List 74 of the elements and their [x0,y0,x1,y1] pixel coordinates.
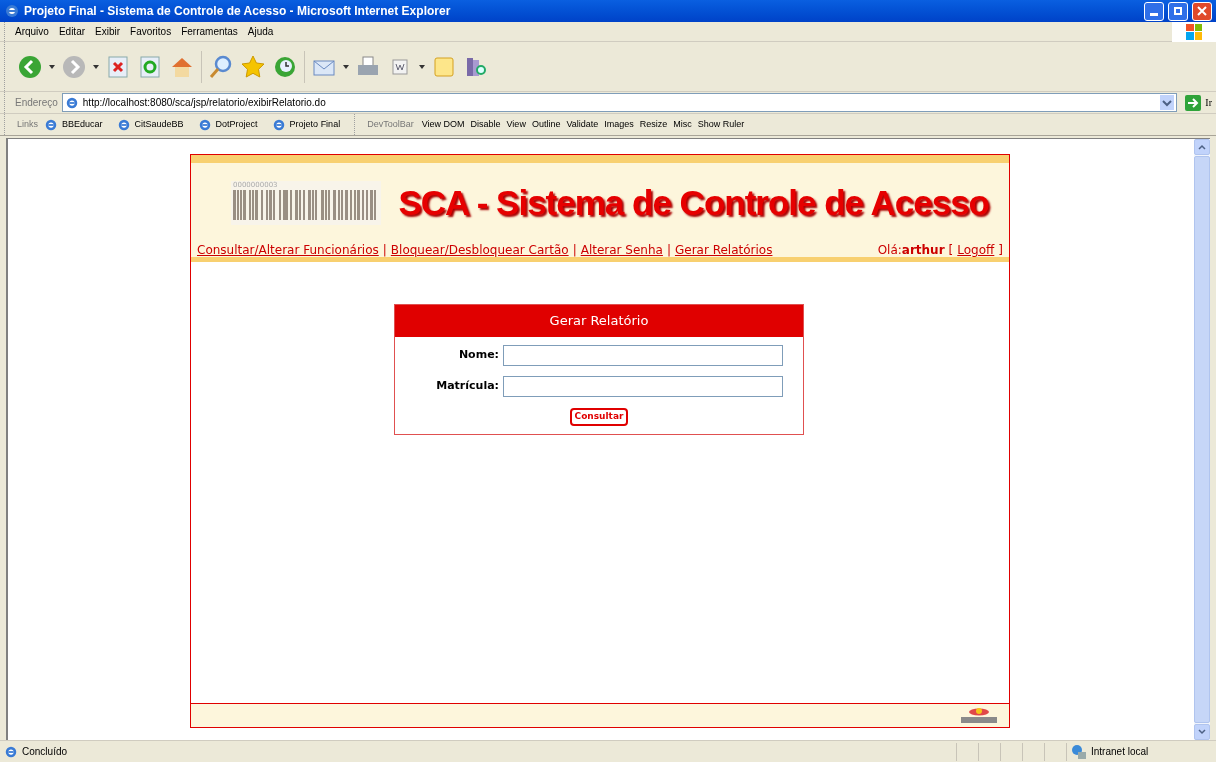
separator-text: | [666,242,671,259]
menu-item[interactable]: Favoritos [130,24,172,39]
bracket-text: [ [948,242,954,259]
page-icon [271,117,286,132]
refresh-icon[interactable] [137,53,163,80]
barcode-icon [233,190,379,220]
search-icon[interactable] [208,53,234,80]
consultar-button[interactable]: Consultar [569,408,629,426]
stop-icon[interactable] [105,53,131,80]
nav-link[interactable]: Bloquear/Desbloquear Cartão [390,241,569,259]
logoff-link[interactable]: Logoff [957,241,995,259]
caret-icon[interactable] [343,64,349,69]
browser-icon [4,3,20,19]
link-button[interactable]: CitSaudeBB [116,117,192,132]
menu-item[interactable]: Editar [58,24,86,39]
caret-icon[interactable] [49,64,55,69]
links-label: Links [17,117,38,131]
link-button[interactable]: BBEducar [44,117,111,132]
back-icon[interactable] [17,53,43,80]
minimize-button[interactable] [1144,1,1164,21]
page-icon [116,117,131,132]
toolbar-item[interactable]: View DOM [421,117,465,132]
menu-item[interactable]: Ferramentas [181,24,238,39]
window-title: Projeto Final - Sistema de Controle de Acesso - Microsoft Internet Explorer [24,3,451,20]
caret-icon[interactable] [419,64,425,69]
link-button[interactable]: Projeto Final [271,117,349,132]
field-label: Matrícula: [435,378,499,395]
nav-link[interactable]: Gerar Relatórios [674,241,773,259]
form-title: Gerar Relatório [549,312,649,331]
input-field[interactable] [503,376,783,397]
toolbar-item[interactable]: Resize [639,117,668,132]
input-field[interactable] [503,345,783,366]
address-label: Endereço [15,96,58,110]
windows-logo-icon [1172,21,1216,42]
page-icon [44,117,58,132]
restore-button[interactable] [1168,1,1188,21]
logo-icon [959,706,999,725]
toolbar-item[interactable]: Outline [531,117,561,132]
username-text: arthur [901,242,945,259]
address-field[interactable]: http://localhost:8080/sca/jsp/relatorio/exibirRelatorio.do [61,93,1178,112]
zone-text: Intranet local [1091,745,1149,759]
page-icon [64,95,79,110]
separator-text: | [382,242,387,259]
dropdown-icon[interactable] [1160,95,1175,110]
go-button[interactable]: Ir [1181,92,1216,113]
star-icon[interactable] [240,53,266,80]
page-icon [4,744,18,759]
separator-text: | [572,242,577,259]
toolbar-item[interactable]: Misc [673,117,692,132]
status-text: Concluído [22,745,68,759]
toolbar-item[interactable]: Validate [566,117,599,132]
toolbar-item[interactable]: View [506,117,526,132]
page-icon [197,117,212,132]
close-button[interactable] [1192,1,1212,21]
field-label: Nome: [457,347,499,364]
menu-item[interactable]: Arquivo [15,24,49,39]
forward-icon[interactable] [61,53,87,80]
caret-icon[interactable] [93,64,99,69]
arrow-icon [1185,94,1202,111]
link-button[interactable]: DotProject [197,117,266,132]
toolbar-item[interactable]: Images [604,117,634,132]
close-icon [1197,6,1207,16]
scrollbar[interactable] [1194,139,1210,740]
menu-item[interactable]: Ajuda [247,24,274,39]
bracket-text: ] [998,242,1003,259]
greeting-text: Olá: [877,242,902,259]
devtoolbar-label: DevToolBar [367,117,414,131]
page-title: SCA - Sistema de Controle de Acesso [398,181,989,224]
menu-item[interactable]: Exibir [95,24,121,39]
toolbar-item[interactable]: Disable [470,117,501,132]
nav-link[interactable]: Alterar Senha [580,241,663,259]
toolbar-item[interactable]: Show Ruler [697,117,745,132]
nav-link[interactable]: Consultar/Alterar Funcionários [197,241,379,259]
network-icon [1071,743,1087,760]
